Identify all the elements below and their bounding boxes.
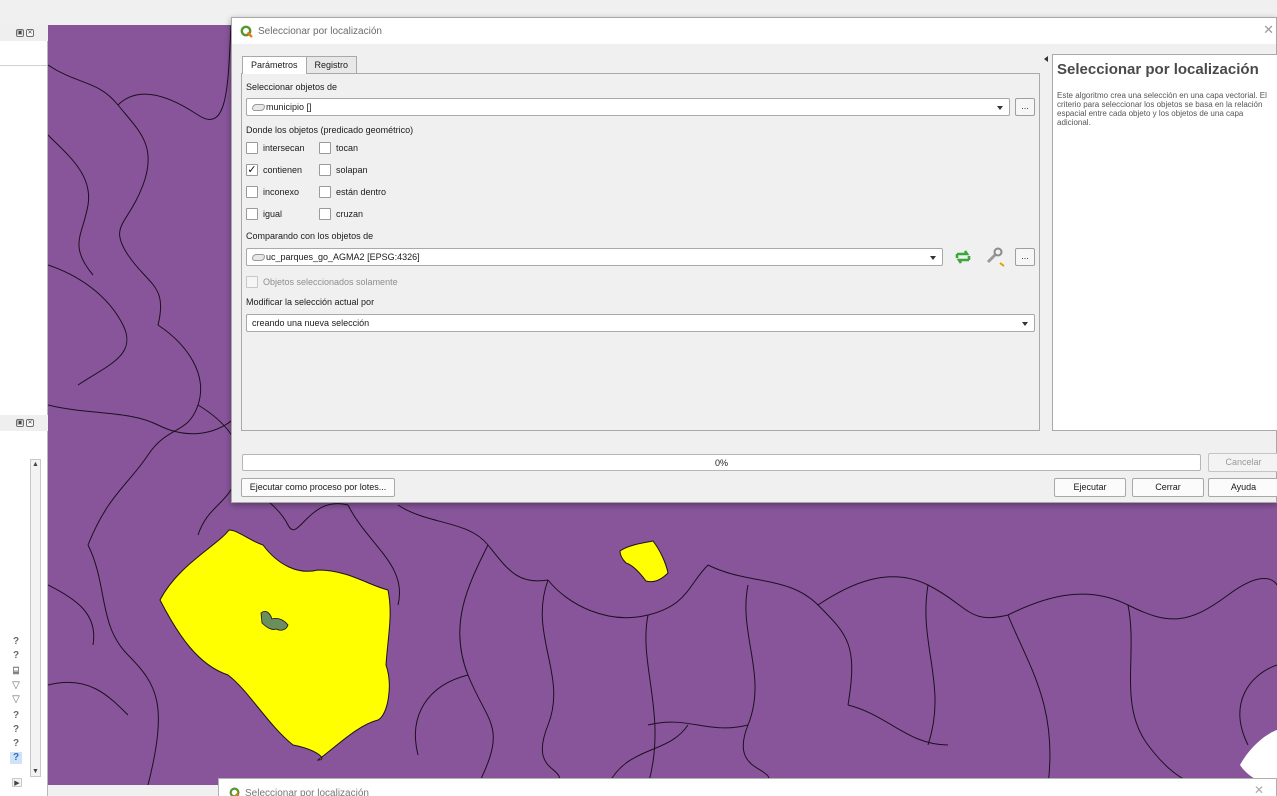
checkbox-box[interactable] <box>246 142 258 154</box>
checkbox-box[interactable] <box>319 208 331 220</box>
iterate-icon[interactable] <box>952 247 974 267</box>
checkbox-box[interactable]: ✓ <box>246 164 258 176</box>
float-icon[interactable]: ▣ <box>16 29 24 37</box>
chevron-down-icon <box>997 106 1003 110</box>
chevron-down-icon <box>930 256 936 260</box>
checkbox-box[interactable] <box>246 208 258 220</box>
selected-municipality-small <box>619 540 669 583</box>
checkbox-box[interactable] <box>246 186 258 198</box>
vertical-scrollbar[interactable]: ▲ ▼ <box>30 459 41 777</box>
qgis-logo-icon <box>240 25 253 38</box>
checkbox-estan-dentro[interactable]: están dentro <box>319 186 386 198</box>
batch-process-button[interactable]: Ejecutar como proceso por lotes... <box>241 478 395 497</box>
run-button[interactable]: Ejecutar <box>1054 478 1126 497</box>
map-gap <box>1240 730 1277 785</box>
layers-dock: ▣ ✕ <box>0 25 48 411</box>
modify-value: creando una nueva selección <box>252 318 370 328</box>
modify-combo[interactable]: creando una nueva selección <box>246 314 1035 332</box>
parameters-panel: Seleccionar objetos de municipio [] ... … <box>241 73 1040 431</box>
help-icon[interactable]: ? <box>10 738 22 750</box>
dock-titlebar: ▣ ✕ <box>0 415 48 431</box>
dialog-title: Seleccionar por localización <box>258 25 382 37</box>
checkbox-selected-only[interactable]: Objetos seleccionados solamente <box>246 276 398 288</box>
polygon-layer-icon <box>252 104 265 111</box>
filter-icon[interactable]: ▽ <box>10 694 22 706</box>
help-panel: Seleccionar por localización Este algori… <box>1052 54 1277 431</box>
scroll-down-icon[interactable]: ▼ <box>31 767 40 776</box>
help-icon[interactable]: ? <box>10 650 22 662</box>
filter-icon[interactable]: ▽ <box>10 680 22 692</box>
help-icon[interactable]: ? <box>10 752 22 764</box>
checkbox-box[interactable] <box>319 142 331 154</box>
second-dialog-titlebar: Seleccionar por localización ✕ <box>218 778 1277 796</box>
compare-value: uc_parques_go_AGMA2 [EPSG:4326] <box>252 252 420 262</box>
select-from-combo[interactable]: municipio [] <box>246 98 1010 116</box>
checkbox-contienen[interactable]: ✓ contienen <box>246 164 302 176</box>
checkbox-inconexo[interactable]: inconexo <box>246 186 299 198</box>
compare-browse-button[interactable]: ... <box>1015 248 1035 266</box>
select-by-location-dialog: Seleccionar por localización ✕ Parámetro… <box>231 17 1277 503</box>
close-icon[interactable]: ✕ <box>1254 783 1264 796</box>
help-button[interactable]: Ayuda <box>1208 478 1277 497</box>
checkbox-tocan[interactable]: tocan <box>319 142 358 154</box>
close-button[interactable]: Cerrar <box>1132 478 1204 497</box>
scroll-up-icon[interactable]: ▲ <box>31 460 40 469</box>
dock-content <box>0 65 47 411</box>
checkbox-box[interactable] <box>246 276 258 288</box>
checkbox-box[interactable] <box>319 186 331 198</box>
dialog-titlebar: Seleccionar por localización ✕ <box>232 18 1276 44</box>
checkbox-box[interactable] <box>319 164 331 176</box>
checkbox-cruzan[interactable]: cruzan <box>319 208 363 220</box>
checkbox-igual[interactable]: igual <box>246 208 282 220</box>
progress-bar: 0% <box>242 454 1201 471</box>
select-from-browse-button[interactable]: ... <box>1015 98 1035 116</box>
second-dialog-title: Seleccionar por localización <box>245 788 369 796</box>
float-icon[interactable]: ▣ <box>16 419 24 427</box>
select-from-value: municipio [] <box>252 102 312 112</box>
progress-text: 0% <box>714 458 728 468</box>
checkbox-intersecan[interactable]: intersecan <box>246 142 305 154</box>
modify-label: Modificar la selección actual por <box>246 297 375 307</box>
qgis-logo-icon <box>229 787 241 796</box>
tab-bar: Parámetros Registro <box>242 56 358 74</box>
help-icon[interactable]: ? <box>10 724 22 736</box>
tab-parameters[interactable]: Parámetros <box>242 56 307 74</box>
compare-combo[interactable]: uc_parques_go_AGMA2 [EPSG:4326] <box>246 248 943 266</box>
close-icon[interactable]: ✕ <box>1263 23 1274 37</box>
compare-label: Comparando con los objetos de <box>246 231 374 241</box>
help-icon[interactable]: ? <box>10 636 22 648</box>
help-text: Este algoritmo crea una selección en una… <box>1057 91 1267 127</box>
close-icon[interactable]: ✕ <box>26 419 34 427</box>
select-from-label: Seleccionar objetos de <box>246 82 338 92</box>
close-icon[interactable]: ✕ <box>26 29 34 37</box>
browser-dock: ▣ ✕ ▲ ▼ ▶ <box>0 411 48 796</box>
chevron-down-icon <box>1022 322 1028 326</box>
help-title: Seleccionar por localización <box>1057 61 1259 78</box>
polygon-layer-icon <box>252 254 265 261</box>
layers-icon[interactable]: ⌸ <box>10 666 22 678</box>
cancel-button[interactable]: Cancelar <box>1208 453 1277 472</box>
dock-titlebar: ▣ ✕ <box>0 25 48 41</box>
predicate-label: Donde los objetos (predicado geométrico) <box>246 125 414 135</box>
wrench-icon[interactable] <box>984 247 1006 267</box>
selected-municipality-large <box>159 529 391 761</box>
help-icon[interactable]: ? <box>10 710 22 722</box>
collapse-help-icon[interactable] <box>1044 56 1048 62</box>
tab-log[interactable]: Registro <box>305 56 358 73</box>
scroll-right-icon[interactable]: ▶ <box>12 778 22 787</box>
checkbox-solapan[interactable]: solapan <box>319 164 368 176</box>
